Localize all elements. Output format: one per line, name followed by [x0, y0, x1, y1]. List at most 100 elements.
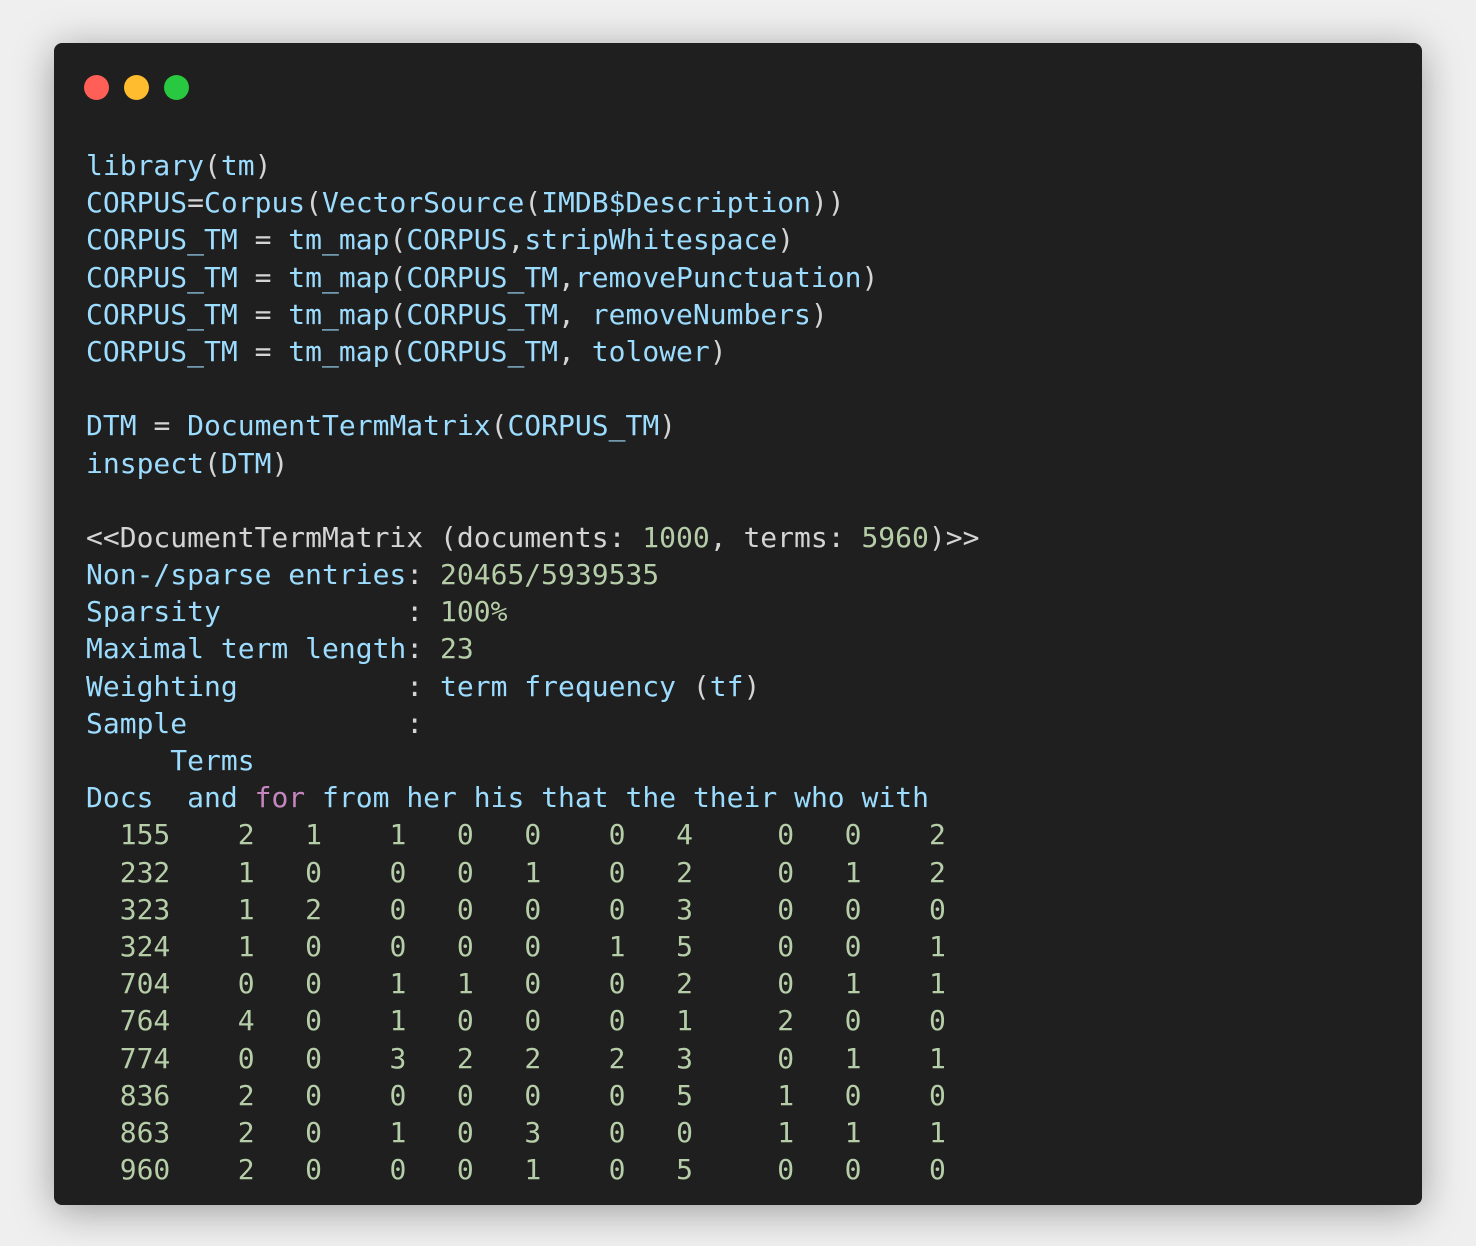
- table-cell: 0: [608, 892, 626, 926]
- table-cell: 0: [928, 892, 946, 926]
- table-cell: 1: [676, 1004, 693, 1038]
- table-cell: 0: [777, 892, 795, 926]
- table-cell: 2: [456, 1041, 474, 1075]
- stat-value: 100%: [440, 595, 508, 629]
- docs-label: Docs: [86, 781, 154, 815]
- stat-separator: :: [220, 595, 441, 629]
- table-cell: 0: [844, 892, 862, 926]
- table-cell: 0: [928, 1153, 946, 1187]
- table-cell: 1: [928, 1115, 946, 1149]
- table-cell: 0: [608, 818, 626, 852]
- table-cell: 2: [928, 855, 946, 889]
- stat-label: Maximal term length: [86, 632, 407, 666]
- table-cell: 1: [237, 855, 255, 889]
- doc-id: 232: [86, 855, 171, 889]
- stat-label: Sample: [86, 706, 188, 740]
- column-header: the: [625, 781, 677, 815]
- table-cell: 0: [389, 1078, 407, 1112]
- stat-label: Weighting: [86, 669, 238, 703]
- table-cell: 1: [524, 855, 542, 889]
- table-row: 836 2 0 0 0 0 0 5 1 0 0: [86, 1077, 979, 1114]
- table-cell: 0: [608, 1078, 626, 1112]
- table-cell: 5: [676, 1078, 693, 1112]
- table-row: 323 1 2 0 0 0 0 3 0 0 0: [86, 891, 979, 928]
- table-row: 764 4 0 1 0 0 0 1 2 0 0: [86, 1002, 979, 1039]
- table-cell: 5: [676, 929, 693, 963]
- table-cell: 0: [844, 1153, 862, 1187]
- table-cell: 0: [777, 1153, 795, 1187]
- table-cell: 4: [237, 1004, 255, 1038]
- maximize-button[interactable]: [164, 75, 189, 100]
- table-cell: 2: [237, 1153, 255, 1187]
- table-cell: 0: [844, 1078, 862, 1112]
- table-cell: 2: [237, 1115, 255, 1149]
- table-cell: 5: [676, 1153, 693, 1187]
- code-line: CORPUS_TM = tm_map(CORPUS_TM, removeNumb…: [86, 297, 828, 331]
- stat-row: Weighting : term frequency (tf): [86, 668, 979, 705]
- table-cell: 0: [928, 1078, 946, 1112]
- table-cell: 0: [305, 967, 323, 1001]
- table-cell: 1: [389, 1004, 407, 1038]
- doc-id: 324: [86, 929, 171, 963]
- table-cell: 0: [844, 818, 862, 852]
- table-row: 155 2 1 1 0 0 0 4 0 0 2: [86, 816, 979, 853]
- table-cell: 0: [524, 818, 542, 852]
- table-cell: 1: [844, 1041, 862, 1075]
- table-cell: 0: [456, 1115, 474, 1149]
- minimize-button[interactable]: [124, 75, 149, 100]
- terms-label: Terms: [170, 744, 255, 777]
- table-cell: 0: [456, 855, 474, 889]
- table-cell: 1: [389, 1115, 407, 1149]
- table-cell: 1: [389, 818, 407, 852]
- table-cell: 1: [844, 855, 862, 889]
- table-cell: 2: [608, 1041, 626, 1075]
- table-cell: 0: [456, 1153, 474, 1187]
- column-header: his: [473, 781, 525, 815]
- table-row: 863 2 0 1 0 3 0 0 1 1 1: [86, 1114, 979, 1151]
- table-cell: 3: [676, 1041, 693, 1075]
- table-cell: 2: [524, 1041, 542, 1075]
- table-cell: 1: [305, 818, 323, 852]
- table-cell: 1: [928, 929, 946, 963]
- stat-row: Sparsity : 100%: [86, 593, 979, 630]
- table-cell: 0: [608, 1004, 626, 1038]
- terms-count: 5960: [861, 520, 929, 554]
- column-header: with: [861, 781, 929, 815]
- table-cell: 0: [305, 1115, 323, 1149]
- doc-id: 764: [86, 1004, 171, 1038]
- table-cell: 0: [524, 967, 542, 1001]
- table-cell: 2: [676, 855, 693, 889]
- table-cell: 0: [456, 1004, 474, 1038]
- table-cell: 1: [928, 967, 946, 1001]
- table-cell: 0: [389, 929, 407, 963]
- dtm-header: <<DocumentTermMatrix (documents: 1000, t…: [86, 519, 979, 556]
- stat-separator: :: [187, 706, 441, 740]
- table-row: 704 0 0 1 1 0 0 2 0 1 1: [86, 965, 979, 1002]
- table-cell: 0: [608, 1153, 626, 1187]
- column-header: and: [187, 781, 238, 815]
- term-table: Terms Docs and for from her his that the …: [86, 742, 979, 1188]
- table-cell: 0: [524, 1078, 542, 1112]
- table-cell: 0: [389, 1153, 407, 1187]
- table-cell: 0: [456, 929, 474, 963]
- table-cell: 2: [928, 818, 946, 852]
- stat-label: Non-/sparse entries: [86, 558, 407, 592]
- table-cell: 0: [844, 1004, 862, 1038]
- table-cell: 1: [524, 1153, 542, 1187]
- table-cell: 0: [777, 1041, 795, 1075]
- table-row: 774 0 0 3 2 2 2 3 0 1 1: [86, 1040, 979, 1077]
- close-button[interactable]: [84, 75, 109, 100]
- table-row: 960 2 0 0 0 1 0 5 0 0 0: [86, 1151, 979, 1188]
- dtm-header-post: )>>: [928, 520, 980, 554]
- doc-id: 836: [86, 1078, 171, 1112]
- code-line: CORPUS=Corpus(VectorSource(IMDB$Descript…: [86, 186, 845, 220]
- column-header: that: [541, 781, 609, 815]
- column-header: her: [406, 781, 457, 815]
- table-cell: 1: [608, 929, 626, 963]
- column-header: who: [794, 781, 845, 815]
- table-cell: 0: [928, 1004, 946, 1038]
- doc-id: 863: [86, 1115, 171, 1149]
- code-line: CORPUS_TM = tm_map(CORPUS_TM,removePunct…: [86, 260, 879, 294]
- dtm-header-pre: <<DocumentTermMatrix (documents:: [86, 520, 643, 554]
- column-header: their: [692, 781, 778, 815]
